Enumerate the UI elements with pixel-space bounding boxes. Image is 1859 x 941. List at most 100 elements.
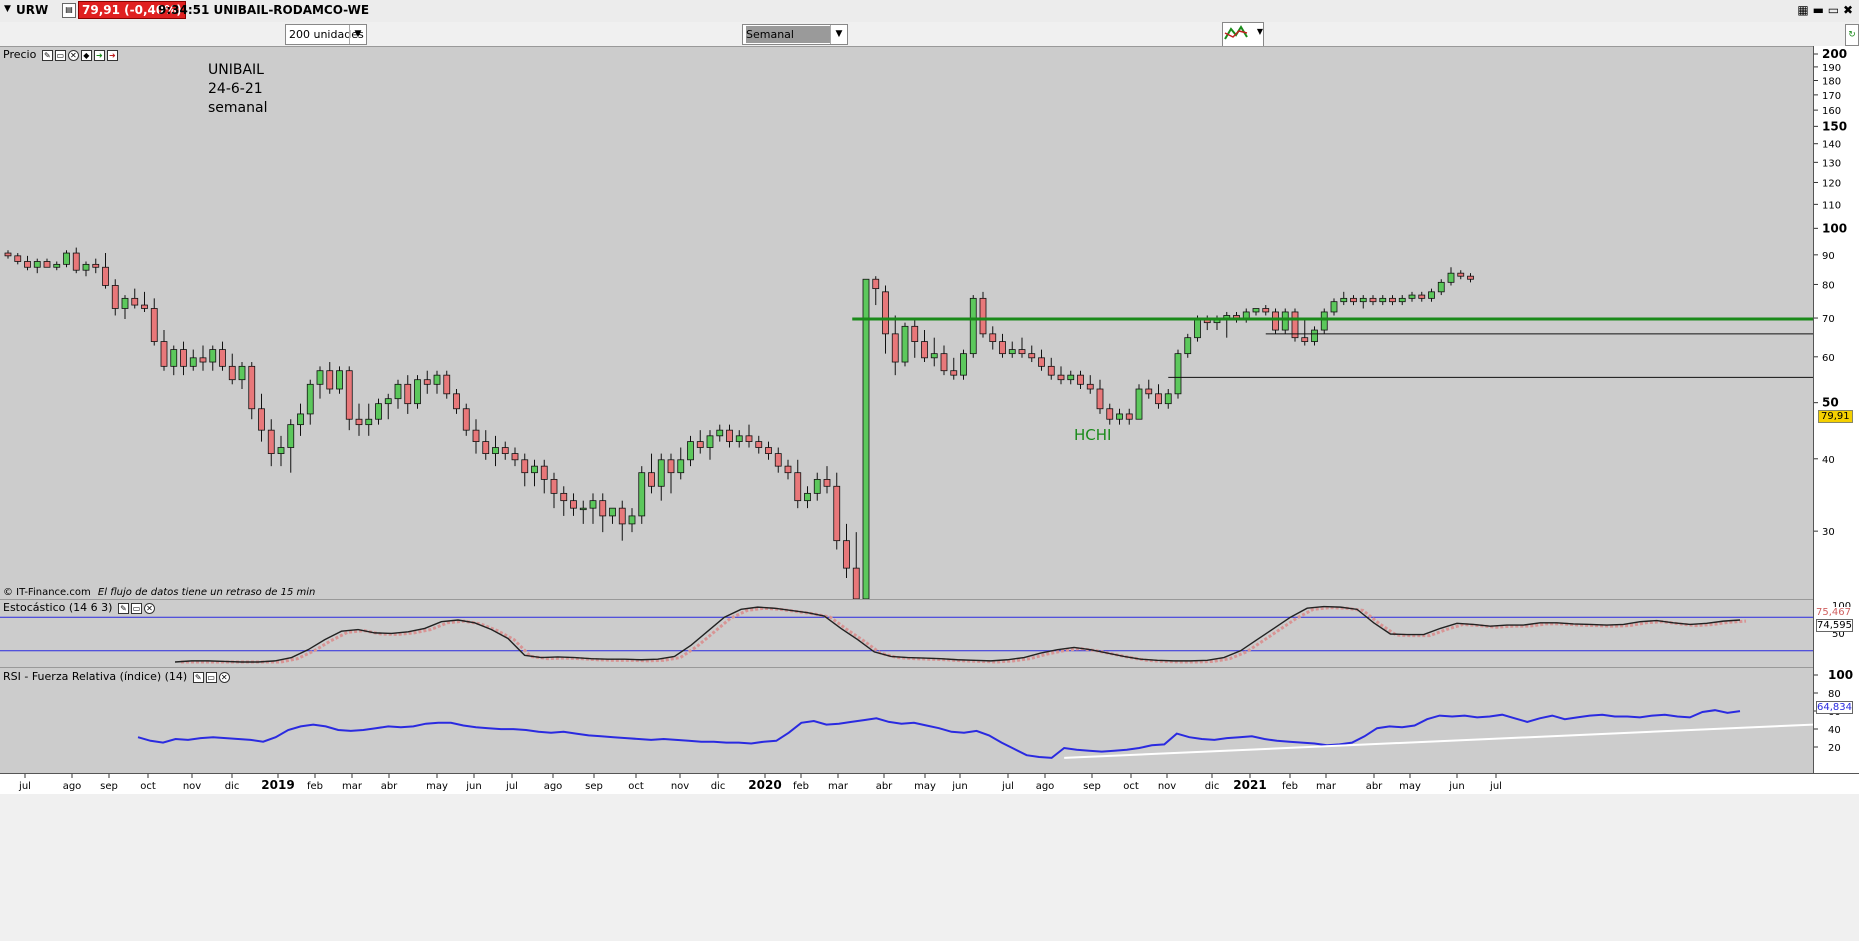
candle-body bbox=[423, 379, 431, 385]
candle-body bbox=[979, 297, 987, 335]
candle-body bbox=[297, 413, 304, 426]
chevron-down-icon[interactable]: ▼ bbox=[349, 25, 366, 44]
candle-body bbox=[999, 341, 1006, 355]
maximize-icon[interactable]: ▭ bbox=[1828, 3, 1839, 17]
x-tick-label: 2019 bbox=[261, 778, 294, 792]
x-tick-label: nov bbox=[671, 781, 689, 792]
candle-body bbox=[501, 447, 509, 454]
candle-body bbox=[599, 500, 607, 517]
x-tick-label: jul bbox=[1001, 781, 1014, 792]
x-tick-label: jun bbox=[465, 781, 481, 792]
candle-body bbox=[589, 500, 597, 509]
candle-body bbox=[813, 478, 821, 494]
candle-body bbox=[872, 278, 880, 290]
candle-body bbox=[375, 403, 382, 420]
window-icon[interactable]: ▭ bbox=[54, 49, 66, 61]
candle-body bbox=[1135, 388, 1143, 420]
candle-body bbox=[1369, 297, 1377, 303]
export-icon[interactable]: ➜ bbox=[93, 49, 105, 61]
minimize-icon[interactable]: ▬ bbox=[1813, 3, 1824, 17]
candle-body bbox=[1350, 297, 1357, 303]
x-tick-label: dic bbox=[711, 781, 726, 792]
last-price-badge: 79,91 bbox=[1818, 410, 1853, 423]
candle-body bbox=[170, 349, 178, 367]
rsi-trendline bbox=[1064, 723, 1813, 759]
candle-body bbox=[960, 353, 967, 376]
candle-body bbox=[141, 304, 148, 309]
x-tick-label: dic bbox=[225, 781, 240, 792]
move-icon[interactable]: ◆ bbox=[80, 49, 92, 61]
x-axis-svg: jul ago sep oct nov dic 2019 feb mar abr may jun jul… bbox=[18, 774, 1502, 792]
candle-body bbox=[726, 429, 733, 443]
x-tick-label: ago bbox=[544, 781, 563, 792]
chevron-down-icon[interactable]: ▼ bbox=[830, 25, 847, 44]
candle-body bbox=[774, 453, 782, 467]
stoch-value-2: 74,595 bbox=[1816, 619, 1853, 632]
candle-body bbox=[940, 353, 948, 372]
candle-body bbox=[1281, 311, 1289, 331]
delete-icon[interactable]: ➜ bbox=[106, 49, 118, 61]
y-tick-label: 40 bbox=[1828, 725, 1841, 736]
candle-body bbox=[1252, 308, 1260, 313]
x-tick-label: sep bbox=[100, 781, 118, 792]
wrench-icon[interactable]: ✎ bbox=[41, 49, 53, 61]
candle-body bbox=[453, 393, 460, 410]
wrench-icon[interactable]: ✎ bbox=[192, 671, 204, 683]
price-panel-title: Precio bbox=[3, 48, 37, 61]
chevron-down-icon[interactable]: ▼ bbox=[1257, 27, 1263, 36]
close-icon[interactable]: ✖ bbox=[1843, 3, 1853, 17]
candle-body bbox=[219, 349, 226, 367]
chart-type-button[interactable]: ▼ bbox=[1222, 22, 1264, 48]
y-tick-label: 110 bbox=[1822, 200, 1841, 211]
candle-body bbox=[1398, 297, 1406, 303]
candle-body bbox=[82, 263, 90, 271]
period-select[interactable]: Semanal ▼ bbox=[742, 24, 848, 45]
window-icon[interactable]: ▭ bbox=[130, 602, 142, 614]
y-tick-label: 160 bbox=[1822, 106, 1841, 117]
candle-body bbox=[511, 453, 519, 461]
candle-body bbox=[687, 441, 694, 461]
close-icon[interactable]: ✕ bbox=[218, 671, 230, 683]
x-tick-label: oct bbox=[140, 781, 156, 792]
hchi-label: HCHI bbox=[1074, 426, 1112, 444]
title-bar: ▼ URW ▤ 79,91 (-0,40%) 9:34:51 UNIBAIL-R… bbox=[0, 0, 1859, 23]
x-tick-label: sep bbox=[1083, 781, 1101, 792]
candle-body bbox=[1301, 337, 1309, 342]
candle-body bbox=[4, 252, 12, 257]
candle-body bbox=[482, 441, 490, 454]
window-icon[interactable]: ▭ bbox=[205, 671, 217, 683]
candle-body bbox=[92, 263, 100, 268]
candle-body bbox=[1096, 388, 1104, 410]
candle-body bbox=[248, 365, 256, 410]
y-tick-label: 30 bbox=[1822, 527, 1835, 538]
units-select[interactable]: 200 unidades ▼ bbox=[285, 24, 367, 45]
candle-body bbox=[1047, 365, 1055, 376]
candle-body bbox=[1155, 393, 1162, 405]
rsi-panel-title: RSI - Fuerza Relativa (índice) (14) bbox=[3, 670, 188, 683]
candle-body bbox=[706, 435, 714, 448]
rsi-value: 64,834 bbox=[1816, 701, 1853, 714]
note-line: semanal bbox=[208, 100, 268, 116]
candle-body bbox=[14, 255, 22, 262]
y-tick-label: 140 bbox=[1822, 140, 1841, 151]
candle-body bbox=[765, 447, 772, 454]
y-tick-label: 100 bbox=[1822, 221, 1847, 235]
stoch-d-line bbox=[181, 606, 1747, 664]
close-icon[interactable]: ✕ bbox=[67, 49, 79, 61]
ticker-label: URW bbox=[16, 3, 49, 17]
candle-body bbox=[1408, 294, 1416, 299]
candle-body bbox=[911, 325, 919, 342]
side-tool-icon[interactable]: ↻ bbox=[1845, 24, 1859, 46]
y-tick-label: 80 bbox=[1828, 689, 1841, 700]
x-tick-label: jul bbox=[18, 781, 31, 792]
y-tick-label: 90 bbox=[1822, 251, 1835, 262]
candle-body bbox=[111, 285, 119, 309]
x-tick-label: feb bbox=[1282, 781, 1298, 792]
candle-body bbox=[365, 418, 373, 426]
menu-arrow-icon[interactable]: ▼ bbox=[4, 4, 11, 14]
close-icon[interactable]: ✕ bbox=[143, 602, 155, 614]
layout-icon[interactable]: ▦ bbox=[1797, 3, 1808, 17]
calendar-icon[interactable]: ▤ bbox=[62, 3, 76, 18]
candle-body bbox=[160, 341, 168, 367]
wrench-icon[interactable]: ✎ bbox=[117, 602, 129, 614]
